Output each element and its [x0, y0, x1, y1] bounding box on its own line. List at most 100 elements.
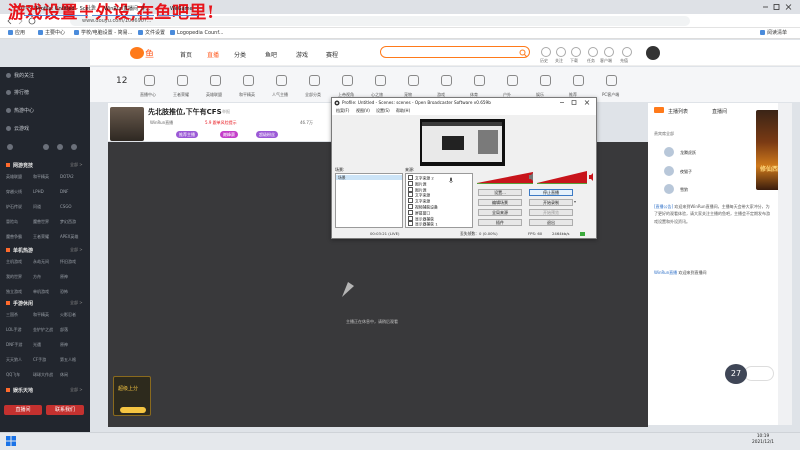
nav-schedule[interactable]: 赛程 [326, 50, 338, 59]
category-icon[interactable] [210, 75, 221, 86]
sidebar-item-game-center[interactable]: 热游中心 [6, 107, 34, 114]
nav-home[interactable]: 首页 [180, 50, 192, 59]
task-icon[interactable] [588, 47, 598, 57]
vip-user[interactable]: 夜猫子 [680, 169, 692, 175]
bookmark[interactable]: 主要中心 [38, 28, 65, 39]
sidebar-game-link[interactable]: 梦幻西游 [60, 219, 76, 225]
category-label[interactable]: 直播中心 [140, 92, 156, 98]
streamer-avatar[interactable] [110, 107, 144, 141]
sidebar-game-link[interactable]: 原神 [60, 342, 68, 348]
avatar[interactable] [664, 147, 674, 157]
category-icon[interactable] [474, 75, 485, 86]
download-icon[interactable] [571, 47, 581, 57]
sidebar-game-link[interactable]: APEX英雄 [60, 234, 78, 240]
video-badge[interactable]: 超级上分 [113, 376, 151, 416]
sidebar-game-link[interactable]: 部落 [60, 327, 68, 333]
sidebar-icon-row[interactable] [6, 143, 86, 151]
nav-category[interactable]: 分类 [234, 50, 246, 59]
category-icon[interactable] [441, 75, 452, 86]
sidebar-game-link[interactable]: DNF手游 [6, 342, 22, 348]
sidebar-item-rank[interactable]: 排行榜 [6, 89, 29, 96]
sidebar-game-link[interactable]: CSGO [60, 204, 72, 209]
category-label[interactable]: 王者荣耀 [173, 92, 189, 98]
obs-scenes-list[interactable]: 场景 [335, 173, 403, 228]
history-icon[interactable] [541, 47, 551, 57]
obs-window[interactable]: Profile: Untitled - Scenes: scenes - Ope… [331, 97, 597, 239]
obs-plugins-button[interactable]: 插件 [478, 219, 522, 226]
sidebar-game-link[interactable]: 冒险岛 [6, 219, 18, 225]
sidebar-game-link[interactable]: 和平精英 [33, 312, 49, 318]
category-icon[interactable] [309, 75, 320, 86]
sidebar-game-link[interactable]: 和平精英 [33, 174, 49, 180]
sidebar-game-link[interactable]: 球球大作战 [33, 372, 53, 378]
tab-anchor-list[interactable]: 主播列表 [668, 108, 688, 115]
sidebar-item-cloud-game[interactable]: 云游戏 [6, 125, 29, 132]
category-icon[interactable] [375, 75, 386, 86]
system-clock[interactable]: 10:19 2021/12/1 [752, 434, 774, 446]
sidebar-game-link[interactable]: 我的世界 [6, 274, 22, 280]
sidebar-game-link[interactable]: QQ飞车 [6, 372, 20, 378]
obs-volume-meters[interactable] [475, 170, 597, 184]
sidebar-game-link[interactable]: DNF [60, 189, 68, 194]
category-label[interactable]: 人气主播 [272, 92, 288, 98]
sidebar-game-link[interactable]: 火影忍者 [60, 312, 76, 318]
category-label[interactable]: PC客户端 [602, 92, 619, 98]
search-input[interactable] [380, 46, 530, 58]
counter-bubble[interactable]: 27 [725, 364, 747, 384]
obs-exit-button[interactable]: 退出 [529, 219, 573, 226]
user-avatar[interactable] [646, 46, 660, 60]
sidebar-game-link[interactable]: 方舟 [33, 274, 41, 280]
streamer-name[interactable]: WinRun直播 [150, 120, 173, 126]
avatar[interactable] [664, 184, 674, 194]
obs-start-preview-button[interactable]: 开始预览 [529, 209, 573, 216]
category-icon[interactable] [144, 75, 155, 86]
microphone-icon[interactable] [448, 177, 454, 185]
sidebar-game-link[interactable]: 恐怖 [60, 289, 68, 295]
category-icon[interactable] [342, 75, 353, 86]
bookmark[interactable]: 应用 [8, 28, 25, 39]
sidebar-game-link[interactable]: 问道 [33, 204, 41, 210]
sidebar-item-follow[interactable]: 我的关注 [6, 72, 34, 79]
sidebar-game-link[interactable]: 魔兽世界 [33, 219, 49, 225]
obs-sources-list[interactable]: 文字来源 2 图片源 图片源 文字来源 文字来源 视频捕获设备 屏幕窗口 显示器捕获 显示器捕获… [405, 173, 473, 228]
bookmark[interactable]: 学校/电脑设置 - 简易... [74, 28, 132, 39]
window-controls[interactable] [760, 3, 794, 11]
nav-yuba[interactable]: 鱼吧 [265, 50, 277, 59]
sidebar-game-link[interactable]: 英雄联盟 [6, 174, 22, 180]
sidebar-game-link[interactable]: 第五人格 [60, 357, 76, 363]
category-icon[interactable] [177, 75, 188, 86]
sidebar-game-link[interactable]: 天天狼人 [6, 357, 22, 363]
category-label[interactable]: 和平精英 [239, 92, 255, 98]
obs-window-controls[interactable] [557, 99, 595, 106]
sidebar-game-link[interactable]: 独立游戏 [6, 289, 22, 295]
pill-tag[interactable]: 超级粉丝 [256, 131, 278, 138]
obs-menu-item[interactable]: 帮助(H) [396, 107, 410, 115]
sidebar-contact-button[interactable]: 联系我们 [46, 405, 84, 415]
category-label[interactable]: 英雄联盟 [206, 92, 222, 98]
taskbar-app-wegame[interactable]: WeGame [158, 2, 198, 16]
search-icon[interactable] [519, 49, 527, 57]
sidebar-game-link[interactable]: 金铲铲之战 [33, 327, 53, 333]
douyu-logo-icon[interactable]: 鱼 [128, 45, 160, 61]
sidebar-game-link[interactable]: 单机游戏 [33, 289, 49, 295]
obs-stop-stream-button[interactable]: 停止直播 [529, 189, 573, 196]
sidebar-game-link[interactable]: 魔兽争霸 [6, 234, 22, 240]
category-icon[interactable] [540, 75, 551, 86]
windows-start-icon[interactable] [6, 436, 16, 446]
reading-list[interactable]: 阅读清单 [760, 28, 787, 39]
nav-game[interactable]: 游戏 [296, 50, 308, 59]
video-badge-button[interactable] [120, 407, 146, 413]
sidebar-game-link[interactable]: 三国杀 [6, 312, 18, 318]
obs-edit-scene-button[interactable]: 编辑场景 [478, 199, 522, 206]
obs-source-item[interactable]: 显示器捕获 1 [408, 221, 438, 228]
obs-settings-button[interactable]: 设置... [478, 189, 522, 196]
vip-user[interactable]: 雪狼 [680, 187, 688, 193]
category-icon[interactable] [408, 75, 419, 86]
sidebar-game-link[interactable]: 穿越火线 [6, 189, 22, 195]
pill-tag[interactable]: 巅峰赛 [220, 131, 238, 138]
sidebar-game-link[interactable]: 永劫无间 [33, 259, 49, 265]
pill-tag[interactable]: 推荐主播 [176, 131, 198, 138]
category-icon[interactable] [606, 75, 617, 86]
avatar[interactable] [664, 166, 674, 176]
obs-menu-item[interactable]: 设置(S) [376, 107, 390, 115]
